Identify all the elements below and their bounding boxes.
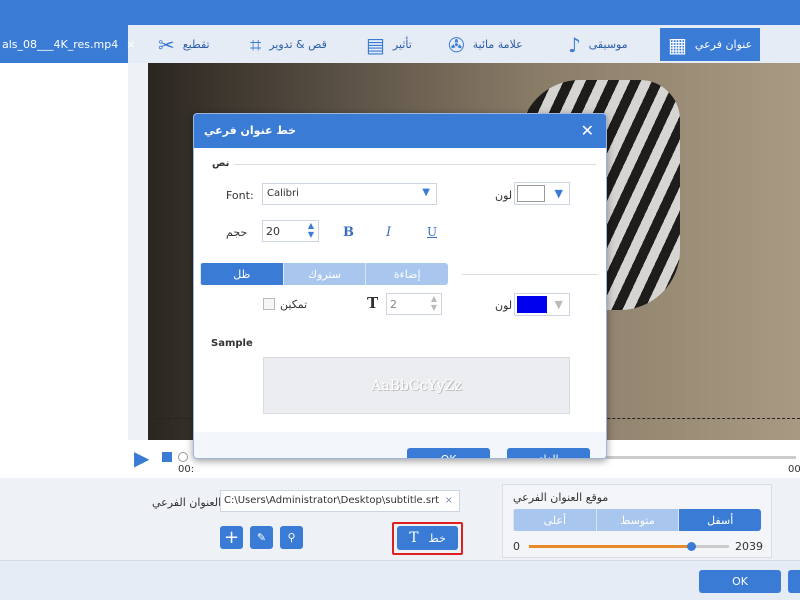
tab-label: تقطيع — [182, 38, 210, 51]
pencil-icon: ✎ — [256, 531, 267, 544]
sample-label: Sample — [211, 338, 253, 349]
subtitle-icon: ▦ — [668, 32, 687, 57]
dialog-ok-button[interactable]: OK — [407, 448, 490, 458]
tab-cut[interactable]: ✂ تقطيع — [158, 28, 210, 61]
enable-checkbox[interactable] — [263, 298, 275, 310]
italic-button[interactable]: I — [386, 225, 391, 240]
position-title: موقع العنوان الفرعي — [513, 491, 609, 504]
stepper-arrows-icon[interactable]: ▲ ▼ — [308, 221, 314, 239]
total-time: 00 — [788, 464, 800, 475]
text-t-icon: T — [409, 530, 419, 546]
position-bottom[interactable]: أسفل — [678, 509, 761, 531]
position-top[interactable]: أعلى — [513, 509, 596, 531]
sample-text: AaBbCcYyZz — [371, 377, 462, 394]
font-value: Calibri — [267, 188, 299, 199]
slider-min: 0 — [513, 540, 520, 553]
slider-max: 2039 — [735, 540, 763, 553]
stepper-arrows-icon[interactable]: ▲ ▼ — [431, 294, 437, 312]
text-section-label: نص — [212, 158, 230, 169]
size-stepper[interactable]: 20 ▲ ▼ — [262, 220, 319, 242]
bold-button[interactable]: B — [343, 225, 354, 240]
text-color-label: لون — [495, 189, 513, 202]
dialog-cancel-button[interactable]: إلغاء — [507, 448, 590, 458]
color-swatch — [517, 296, 547, 313]
tab-label: موسيقى — [588, 38, 628, 51]
cut-scissors-icon: ✂ — [158, 32, 175, 57]
tab-watermark[interactable]: ✇ علامة مائية — [448, 28, 523, 61]
seek-bar[interactable] — [606, 456, 796, 459]
plus-icon: + — [223, 527, 240, 548]
footer: OK — [0, 560, 800, 600]
chevron-down-icon: ▼ — [554, 187, 563, 200]
close-icon[interactable]: × — [126, 38, 135, 51]
font-button-label: خط — [428, 531, 446, 545]
text-color-picker[interactable]: ▼ — [514, 182, 570, 205]
stop-icon[interactable] — [162, 452, 172, 462]
tab-effect[interactable]: ▤ تأثير — [366, 28, 412, 61]
dialog-header: خط عنوان فرعي ✕ — [194, 114, 606, 148]
size-value: 20 — [266, 225, 280, 238]
dialog-body: نص Font: Calibri ▼ لون ▼ حجم 20 ▲ ▼ B I U ظ… — [194, 148, 606, 432]
tab-music[interactable]: ♪ موسيقى — [568, 28, 628, 61]
next-button[interactable] — [788, 570, 800, 593]
tab-subtitle[interactable]: ▦ عنوان فرعي — [660, 28, 761, 61]
enable-label: تمكين — [280, 298, 308, 311]
play-icon[interactable]: ▶ — [134, 446, 149, 470]
title-bar — [0, 0, 800, 25]
tab-label: علامة مائية — [472, 38, 523, 51]
watermark-icon: ✇ — [448, 32, 465, 57]
effect-color-picker[interactable]: ▼ — [514, 293, 570, 316]
ok-button[interactable]: OK — [699, 570, 781, 593]
slider-thumb[interactable] — [687, 542, 696, 551]
music-note-icon: ♪ — [568, 32, 581, 57]
size-label: حجم — [226, 226, 248, 239]
crop-rotate-icon: ⌗ — [250, 32, 262, 57]
dialog-title: خط عنوان فرعي — [204, 124, 297, 137]
subtitle-path-value: C:\Users\Administrator\Desktop\subtitle.… — [224, 495, 440, 506]
chevron-down-icon: ▼ — [554, 298, 563, 311]
subtitle-label: العنوان الفرعي — [152, 496, 222, 509]
sample-preview: AaBbCcYyZz — [263, 357, 570, 414]
divider — [234, 164, 596, 165]
edit-subtitle-button[interactable]: ✎ — [250, 526, 273, 549]
slider-fill — [529, 545, 691, 548]
position-group: موقع العنوان الفرعي أعلى متوسط أسفل 0 20… — [502, 484, 772, 558]
position-selector: أعلى متوسط أسفل — [513, 509, 761, 531]
font-label: Font: — [226, 189, 254, 202]
file-list-pane — [0, 63, 128, 478]
position-slider[interactable] — [529, 542, 729, 551]
effect-color-label: لون — [495, 299, 513, 312]
clear-icon[interactable]: × — [445, 495, 453, 506]
file-name: als_08___4K_res.mp4 — [2, 37, 119, 51]
tab-glow[interactable]: إضاءة — [365, 263, 448, 285]
subtitle-settings-panel: العنوان الفرعي C:\Users\Administrator\De… — [0, 478, 800, 560]
current-time: 00: — [178, 464, 195, 475]
thickness-stepper[interactable]: 2 ▲ ▼ — [386, 293, 442, 315]
subtitle-font-dialog: خط عنوان فرعي ✕ نص Font: Calibri ▼ لون ▼ … — [193, 113, 607, 459]
tab-label: عنوان فرعي — [694, 38, 753, 51]
tab-crop-rotate[interactable]: ⌗ قص & تدوير — [250, 28, 327, 61]
position-middle[interactable]: متوسط — [595, 509, 679, 531]
tab-label: قص & تدوير — [269, 38, 327, 51]
file-tab[interactable]: als_08___4K_res.mp4 × — [0, 25, 135, 63]
search-icon: ⚲ — [287, 531, 296, 544]
font-select[interactable]: Calibri ▼ — [262, 183, 437, 205]
divider — [462, 274, 598, 275]
close-icon[interactable]: ✕ — [581, 121, 594, 140]
text-thickness-icon: T — [367, 294, 379, 312]
chevron-down-icon: ▼ — [422, 187, 430, 198]
color-swatch — [517, 185, 545, 202]
tab-label: تأثير — [392, 38, 412, 51]
tab-stroke[interactable]: ستروك — [282, 263, 366, 285]
seek-handle[interactable] — [178, 452, 188, 462]
tab-shadow[interactable]: ظل — [200, 263, 283, 285]
subtitle-path-input[interactable]: C:\Users\Administrator\Desktop\subtitle.… — [220, 490, 460, 512]
search-subtitle-button[interactable]: ⚲ — [280, 526, 303, 549]
add-subtitle-button[interactable]: + — [220, 526, 243, 549]
thickness-value: 2 — [390, 298, 397, 311]
underline-button[interactable]: U — [427, 225, 437, 239]
font-button[interactable]: T خط — [397, 526, 458, 550]
effect-film-icon: ▤ — [366, 32, 385, 57]
effect-tabs: ظل ستروك إضاءة — [200, 263, 448, 285]
